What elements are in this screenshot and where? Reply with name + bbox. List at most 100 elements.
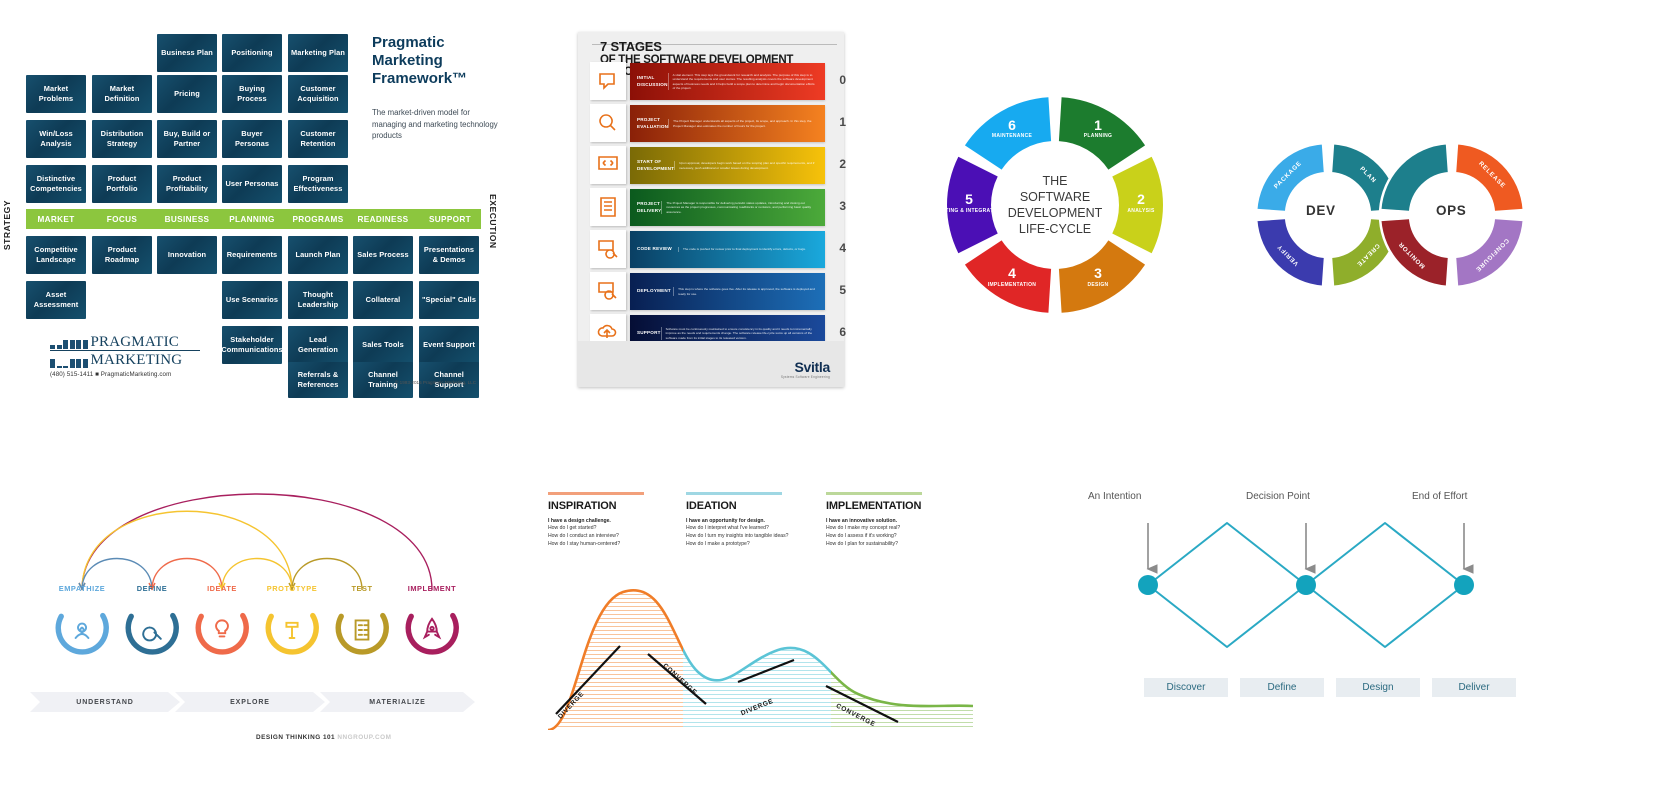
stage-pointer-label: An Intention (1088, 491, 1142, 502)
poster-title-line1: 7 STAGES (600, 39, 662, 54)
phase-heading: IDEATION (686, 499, 737, 512)
phase-question: How do I turn my insights into tangible … (686, 533, 789, 540)
framework-box[interactable]: Product Portfolio (92, 165, 152, 203)
stage-label-implement: IMPLEMENT (407, 584, 457, 593)
framework-box[interactable]: Sales Process (353, 236, 413, 274)
poster-footer: Svitla Systems Software Engineering (578, 341, 844, 387)
sdlc-segment-label: 6 MAINTENANCE (977, 117, 1047, 139)
accent-rule (686, 492, 782, 495)
framework-box[interactable]: Marketing Plan (288, 34, 348, 72)
framework-box[interactable]: Asset Assessment (26, 281, 86, 319)
phase-button-design[interactable]: Design (1336, 678, 1420, 697)
framework-box[interactable]: "Special" Calls (419, 281, 479, 319)
framework-box[interactable]: Market Problems (26, 75, 86, 113)
phase-band-explore: EXPLORE (175, 692, 325, 712)
framework-box[interactable]: Thought Leadership (288, 281, 348, 319)
framework-box[interactable]: Referrals & References (288, 362, 348, 398)
dev-segment[interactable] (1254, 216, 1327, 289)
framework-box[interactable]: Program Effectiveness (288, 165, 348, 203)
stage-circle-prototype[interactable] (260, 598, 324, 662)
dev-segment[interactable] (1254, 141, 1327, 214)
hammer-pencil-icon (285, 621, 299, 639)
phase-question: How do I make a prototype? (686, 541, 750, 548)
diamond-node[interactable] (1454, 575, 1474, 595)
ops-segment[interactable] (1378, 141, 1451, 214)
pragmatic-contact: (480) 515-1411 ■ PragmaticMarketing.com (50, 370, 172, 378)
accent-rule (826, 492, 922, 495)
framework-box[interactable]: Stakeholder Communications (221, 326, 283, 364)
stage-description: A vital element. This step lays the grou… (667, 72, 825, 91)
framework-box[interactable]: Launch Plan (288, 236, 348, 274)
phase-lead: I have an innovative solution. (826, 517, 898, 524)
svitla-logo: Svitla Systems Software Engineering (781, 359, 830, 379)
logo-blocks-icon-2 (50, 358, 88, 368)
chat-document-icon (590, 62, 626, 100)
diamond-node[interactable] (1296, 575, 1316, 595)
framework-box[interactable]: Pricing (157, 75, 217, 113)
framework-box[interactable]: Distribution Strategy (92, 120, 152, 158)
phase-question: How do I stay human-centered? (548, 541, 621, 548)
stage-circle-ideate[interactable] (190, 598, 254, 662)
sdlc-segment-number: 1 (1094, 116, 1102, 133)
ops-segment[interactable] (1378, 216, 1451, 289)
stage-number: 1 (839, 115, 846, 129)
category-programs: PROGRAMS (292, 214, 344, 224)
seven-stages-poster: 7 STAGES OF THE SOFTWARE DEVELOPMENT PRO… (578, 32, 846, 387)
framework-box[interactable]: Market Definition (92, 75, 152, 113)
framework-box[interactable]: Win/Loss Analysis (26, 120, 86, 158)
devops-infinity-diagram: PLAN CREATE VERIFY PACKAGE RELEASE CONFIGURE M… (1240, 125, 1540, 305)
framework-box[interactable]: Buyer Personas (222, 120, 282, 158)
framework-box[interactable]: Customer Acquisition (288, 75, 348, 113)
double-diamond-svg (1138, 522, 1474, 648)
sdlc-segment-label: 5 TESTING & INTEGRATION (934, 192, 1004, 214)
framework-box[interactable]: Presentations & Demos (419, 236, 479, 274)
ops-segment[interactable] (1453, 141, 1526, 214)
framework-box[interactable]: Requirements (222, 236, 282, 274)
stage-description: The code is pushed for review prior to f… (678, 247, 815, 252)
sdlc-segment-number: 2 (1137, 191, 1145, 207)
lightbulb-icon (215, 619, 229, 638)
phase-button-discover[interactable]: Discover (1144, 678, 1228, 697)
diamond-node[interactable] (1138, 575, 1158, 595)
phase-button-deliver[interactable]: Deliver (1432, 678, 1516, 697)
framework-box[interactable]: Competitive Landscape (26, 236, 86, 274)
phase-button-define[interactable]: Define (1240, 678, 1324, 697)
person-heart-icon (74, 622, 90, 639)
framework-box[interactable]: Collateral (353, 281, 413, 319)
framework-box[interactable]: Customer Retention (288, 120, 348, 158)
stage-circle-test[interactable] (330, 598, 394, 662)
ops-segment[interactable] (1453, 216, 1526, 289)
stage-number: 0 (839, 73, 846, 87)
phase-band-understand: UNDERSTAND (30, 692, 180, 712)
framework-box[interactable]: Lead Generation (288, 326, 348, 364)
stage-circle-implement[interactable] (400, 598, 464, 662)
category-planning: PLANNING (229, 214, 275, 224)
category-support: SUPPORT (428, 214, 472, 224)
framework-box[interactable]: Product Roadmap (92, 236, 152, 274)
framework-box[interactable]: Buying Process (222, 75, 282, 113)
pragmatic-grid: STRATEGY EXECUTION Business Plan Positio… (0, 22, 520, 398)
phase-question: How do I get started? (548, 525, 597, 532)
feedback-arc (81, 493, 433, 591)
framework-box[interactable]: Business Plan (157, 34, 217, 72)
phase-lead: I have a design challenge. (548, 517, 611, 524)
framework-box[interactable]: Positioning (222, 34, 282, 72)
stage-number: 2 (839, 157, 846, 171)
framework-box[interactable]: Innovation (157, 236, 217, 274)
framework-box[interactable]: User Personas (222, 165, 282, 203)
dev-center-label: DEV (1306, 203, 1336, 218)
stage-circle-define[interactable] (120, 598, 184, 662)
stage-circle-empathize[interactable] (50, 598, 114, 662)
stage-bar: PROJECT DELIVERY The Project Manager is r… (630, 189, 846, 226)
feedback-arc (81, 510, 293, 591)
framework-box[interactable]: Product Profitability (157, 165, 217, 203)
framework-box[interactable]: Event Support (419, 326, 479, 364)
framework-box[interactable]: Distinctive Competencies (26, 165, 86, 203)
framework-box[interactable]: Sales Tools (353, 326, 413, 364)
stage-number: 3 (839, 199, 846, 213)
phase-question: How do I interpret what I've learned? (686, 525, 769, 532)
framework-box[interactable]: Buy, Build or Partner (157, 120, 217, 158)
pragmatic-title: Pragmatic Marketing Framework™ (372, 34, 468, 87)
framework-box[interactable]: Use Scenarios (222, 281, 282, 319)
devops-svg: PLANCREATEVERIFYPACKAGE RELEASECONFIGUREM… (1254, 141, 1526, 289)
